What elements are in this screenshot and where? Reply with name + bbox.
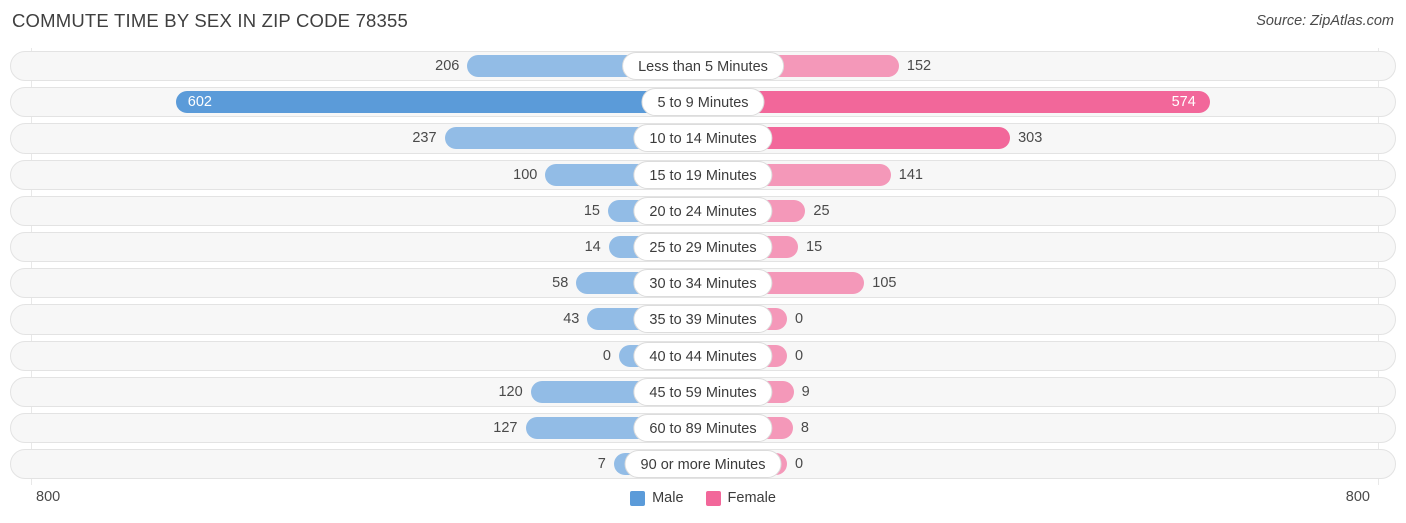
value-label-male: 100 <box>513 166 538 183</box>
value-label-male: 237 <box>412 130 437 147</box>
category-label: 10 to 14 Minutes <box>633 124 773 153</box>
category-label: 45 to 59 Minutes <box>633 377 773 406</box>
bar-female <box>703 91 1210 114</box>
value-label-female: 574 <box>1171 94 1196 111</box>
value-label-female: 0 <box>795 456 804 473</box>
value-label-female: 105 <box>872 275 897 292</box>
bar-row: 7 0 90 or more Minutes <box>0 446 1406 482</box>
value-label-female: 141 <box>898 166 923 183</box>
chart-legend: Male Female <box>0 490 1406 506</box>
category-label: 90 or more Minutes <box>624 450 782 479</box>
bar-row: 237 303 10 to 14 Minutes <box>0 120 1406 156</box>
value-label-female: 303 <box>1018 130 1043 147</box>
value-label-female: 15 <box>806 238 823 255</box>
bar-row: 120 9 45 to 59 Minutes <box>0 374 1406 410</box>
bar-row: 14 15 25 to 29 Minutes <box>0 229 1406 265</box>
value-label-female: 25 <box>813 202 830 219</box>
legend-label: Female <box>727 490 776 506</box>
value-label-male: 43 <box>563 311 580 328</box>
bar-row: 100 141 15 to 19 Minutes <box>0 157 1406 193</box>
value-label-male: 0 <box>602 347 611 364</box>
bar-row: 0 0 40 to 44 Minutes <box>0 338 1406 374</box>
legend-item-female[interactable]: Female <box>705 490 776 506</box>
source-attribution: Source: ZipAtlas.com <box>1256 13 1394 29</box>
bar-row: 602 574 5 to 9 Minutes <box>0 84 1406 120</box>
bar-row: 58 105 30 to 34 Minutes <box>0 265 1406 301</box>
value-label-male: 602 <box>187 94 212 111</box>
page-title: COMMUTE TIME BY SEX IN ZIP CODE 78355 <box>12 10 409 31</box>
value-label-male: 206 <box>435 58 460 74</box>
category-label: 60 to 89 Minutes <box>633 413 773 442</box>
category-label: 15 to 19 Minutes <box>633 160 773 189</box>
value-label-female: 0 <box>795 347 804 364</box>
value-label-female: 0 <box>795 311 804 328</box>
bar-male <box>175 91 703 114</box>
category-label: Less than 5 Minutes <box>622 52 784 80</box>
bar-row: 15 25 20 to 24 Minutes <box>0 193 1406 229</box>
value-label-male: 14 <box>584 238 601 255</box>
category-label: 25 to 29 Minutes <box>633 232 773 261</box>
value-label-female: 8 <box>800 419 809 436</box>
legend-swatch-icon <box>705 490 721 506</box>
value-label-male: 127 <box>493 419 518 436</box>
value-label-male: 58 <box>552 275 569 292</box>
value-label-female: 9 <box>801 383 810 400</box>
legend-label: Male <box>652 490 684 506</box>
chart-header: COMMUTE TIME BY SEX IN ZIP CODE 78355 So… <box>0 0 1406 44</box>
bar-row-list: 206 152 Less than 5 Minutes 602 574 5 to 9 Mi… <box>0 48 1406 482</box>
value-label-male: 7 <box>597 456 606 473</box>
value-label-male: 15 <box>583 202 600 219</box>
value-label-male: 120 <box>498 383 523 400</box>
category-label: 30 to 34 Minutes <box>633 269 773 298</box>
legend-swatch-icon <box>630 490 646 506</box>
legend-item-male[interactable]: Male <box>630 490 684 506</box>
chart-footer: 800 800 Male Female <box>0 485 1406 523</box>
category-label: 35 to 39 Minutes <box>633 305 773 334</box>
bar-row: 127 8 60 to 89 Minutes <box>0 410 1406 446</box>
chart-plot-area: 206 152 Less than 5 Minutes 602 574 5 to 9 Mi… <box>0 48 1406 485</box>
value-label-female: 152 <box>906 58 932 74</box>
category-label: 40 to 44 Minutes <box>633 341 773 370</box>
category-label: 20 to 24 Minutes <box>633 196 773 225</box>
bar-row: 43 0 35 to 39 Minutes <box>0 301 1406 337</box>
category-label: 5 to 9 Minutes <box>641 88 765 117</box>
bar-row: 206 152 Less than 5 Minutes <box>0 48 1406 84</box>
